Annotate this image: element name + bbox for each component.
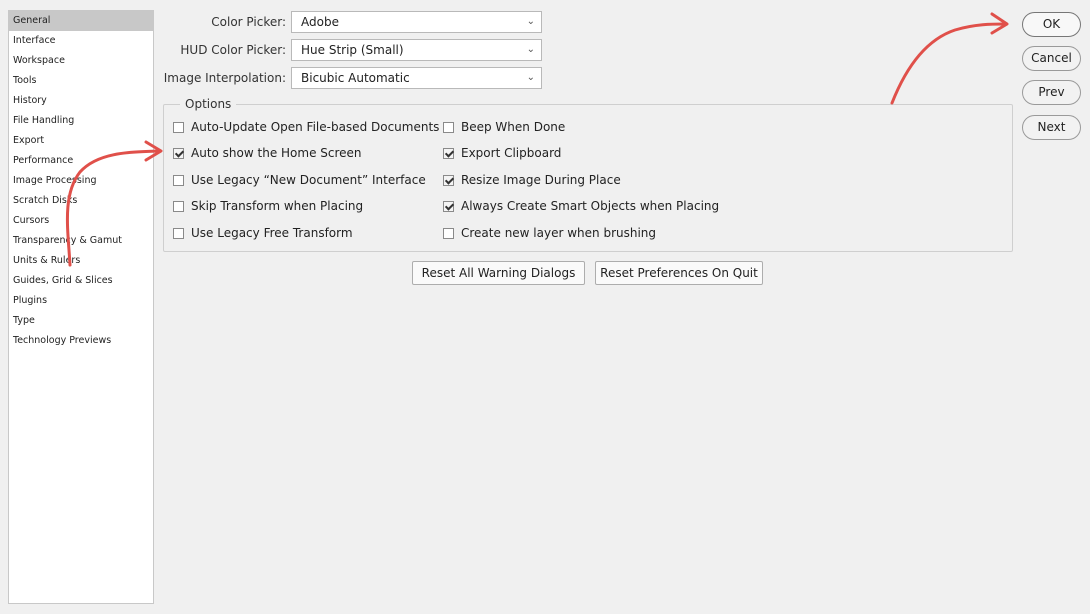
option-auto-show-home-screen[interactable]: Auto show the Home Screen [173, 144, 362, 162]
checkbox[interactable] [443, 121, 454, 133]
chevron-down-icon: ⌄ [526, 44, 535, 55]
sidebar-item-history[interactable]: History [9, 91, 153, 111]
option-legacy-free-transform[interactable]: Use Legacy Free Transform [173, 224, 353, 242]
sidebar-item-plugins[interactable]: Plugins [9, 291, 153, 311]
option-create-layer-when-brushing[interactable]: Create new layer when brushing [443, 224, 656, 242]
sidebar-item-performance[interactable]: Performance [9, 151, 153, 171]
option-skip-transform-placing[interactable]: Skip Transform when Placing [173, 197, 363, 215]
cancel-button[interactable]: Cancel [1022, 46, 1081, 71]
sidebar-item-scratch-disks[interactable]: Scratch Disks [9, 191, 153, 211]
sidebar-item-cursors[interactable]: Cursors [9, 211, 153, 231]
sidebar-item-guides-grid-slices[interactable]: Guides, Grid & Slices [9, 271, 153, 291]
image-interpolation-label: Image Interpolation: [163, 71, 286, 85]
image-interpolation-value: Bicubic Automatic [301, 71, 410, 85]
arrow-to-ok-button [890, 22, 1008, 105]
next-button[interactable]: Next [1022, 115, 1081, 140]
checkbox-checked[interactable] [443, 147, 454, 159]
checkbox-checked[interactable] [443, 200, 454, 212]
checkbox-label: Beep When Done [461, 120, 566, 134]
chevron-down-icon: ⌄ [526, 72, 535, 83]
option-always-create-smart-objects[interactable]: Always Create Smart Objects when Placing [443, 197, 719, 215]
annotation-arrows [65, 12, 1009, 267]
sidebar-item-interface[interactable]: Interface [9, 31, 153, 51]
reset-preferences-on-quit-button[interactable]: Reset Preferences On Quit [595, 261, 763, 285]
arrowhead-ok-button [990, 12, 1009, 35]
checkbox[interactable] [173, 200, 184, 212]
sidebar-item-file-handling[interactable]: File Handling [9, 111, 153, 131]
checkbox-label: Skip Transform when Placing [191, 199, 364, 213]
checkbox-label: Export Clipboard [461, 146, 562, 160]
sidebar-item-general[interactable]: General [9, 11, 153, 31]
checkbox-label: Use Legacy “New Document” Interface [191, 173, 426, 187]
option-auto-update-documents[interactable]: Auto-Update Open File-based Documents [173, 118, 439, 136]
option-export-clipboard[interactable]: Export Clipboard [443, 144, 561, 162]
color-picker-select[interactable]: Adobe ⌄ [291, 11, 542, 33]
hud-color-picker-select[interactable]: Hue Strip (Small) ⌄ [291, 39, 542, 61]
checkbox[interactable] [173, 121, 184, 133]
hud-color-picker-value: Hue Strip (Small) [301, 43, 404, 57]
hud-color-picker-label: HUD Color Picker: [180, 43, 286, 57]
ok-button[interactable]: OK [1022, 12, 1081, 37]
sidebar-item-type[interactable]: Type [9, 311, 153, 331]
checkbox-label: Auto-Update Open File-based Documents [191, 120, 440, 134]
sidebar-item-units-rulers[interactable]: Units & Rulers [9, 251, 153, 271]
sidebar-item-technology-previews[interactable]: Technology Previews [9, 331, 153, 351]
sidebar-item-image-processing[interactable]: Image Processing [9, 171, 153, 191]
color-picker-label: Color Picker: [211, 15, 286, 29]
sidebar-item-export[interactable]: Export [9, 131, 153, 151]
checkbox-checked[interactable] [443, 174, 454, 186]
checkbox-label: Use Legacy Free Transform [191, 226, 353, 240]
option-resize-image-during-place[interactable]: Resize Image During Place [443, 171, 621, 189]
color-picker-value: Adobe [301, 15, 339, 29]
chevron-down-icon: ⌄ [526, 16, 535, 27]
checkbox-label: Resize Image During Place [461, 173, 621, 187]
image-interpolation-select[interactable]: Bicubic Automatic ⌄ [291, 67, 542, 89]
checkbox[interactable] [443, 227, 454, 239]
sidebar-item-workspace[interactable]: Workspace [9, 51, 153, 71]
sidebar-item-tools[interactable]: Tools [9, 71, 153, 91]
prev-button[interactable]: Prev [1022, 80, 1081, 105]
checkbox-checked[interactable] [173, 147, 184, 159]
checkbox[interactable] [173, 174, 184, 186]
checkbox[interactable] [173, 227, 184, 239]
checkbox-label: Auto show the Home Screen [191, 146, 362, 160]
option-beep-when-done[interactable]: Beep When Done [443, 118, 565, 136]
option-legacy-new-document[interactable]: Use Legacy “New Document” Interface [173, 171, 426, 189]
reset-all-warning-dialogs-button[interactable]: Reset All Warning Dialogs [412, 261, 585, 285]
options-legend: Options [180, 96, 237, 112]
preferences-category-list: General Interface Workspace Tools Histor… [8, 10, 154, 604]
sidebar-item-transparency-gamut[interactable]: Transparency & Gamut [9, 231, 153, 251]
checkbox-label: Always Create Smart Objects when Placing [461, 199, 720, 213]
checkbox-label: Create new layer when brushing [461, 226, 657, 240]
